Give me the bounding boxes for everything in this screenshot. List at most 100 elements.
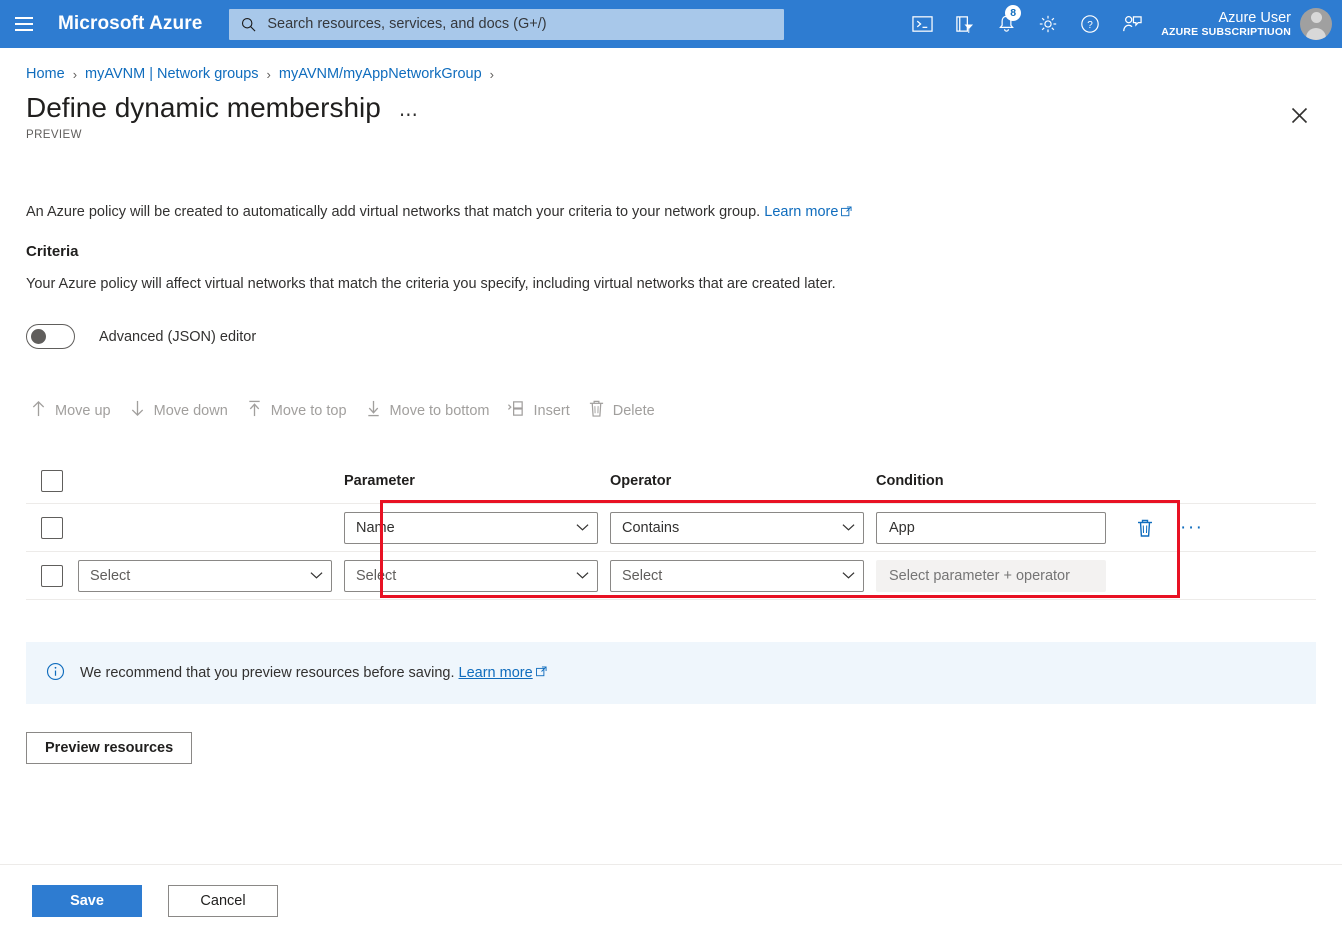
delete-label: Delete [613,403,655,419]
operator-value: Contains [622,520,842,536]
trash-icon [588,399,605,422]
delete-button[interactable]: Delete [584,393,669,428]
arrow-up-icon [30,399,47,422]
account-name: Azure User [1161,10,1291,27]
global-search[interactable] [229,9,784,40]
row-parameter-cell: Select [344,560,610,592]
account-text: Azure User AZURE SUBSCRIPTIUON [1161,10,1291,39]
row-checkbox[interactable] [41,517,63,539]
info-banner-text: We recommend that you preview resources … [80,665,455,681]
arrow-up-to-line-icon [246,399,263,422]
column-header-operator: Operator [610,473,876,489]
move-up-label: Move up [55,403,111,419]
move-down-button[interactable]: Move down [125,393,242,428]
move-up-button[interactable]: Move up [26,393,125,428]
row-logic-cell: Select [78,560,344,592]
logic-value: Select [90,568,310,584]
chevron-down-icon [842,523,855,532]
page-footer: Save Cancel [0,864,1342,936]
column-header-parameter: Parameter [344,473,610,489]
close-icon[interactable] [1284,100,1314,130]
global-header: Microsoft Azure 8 ? Azure User AZURE [0,0,1342,48]
select-all-cell [26,470,78,492]
feedback-smiley-icon[interactable] [1111,0,1153,48]
avatar[interactable] [1300,8,1332,40]
chevron-down-icon [842,571,855,580]
breadcrumb-separator: › [267,67,271,82]
row-parameter-cell: Name [344,512,610,544]
row-checkbox[interactable] [41,565,63,587]
breadcrumb-item-app-network-group[interactable]: myAVNM/myAppNetworkGroup [279,66,482,82]
info-circle-icon [46,662,65,685]
condition-input-wrap[interactable] [876,512,1106,544]
header-icon-group: 8 ? [901,0,1153,48]
search-input[interactable] [265,15,784,33]
parameter-value: Select [356,568,576,584]
advanced-json-editor-label: Advanced (JSON) editor [99,329,256,345]
grid-header-row: Parameter Operator Condition [26,458,1316,504]
condition-input[interactable] [887,519,1095,537]
insert-label: Insert [533,403,569,419]
page-title: Define dynamic membership [26,92,381,124]
help-question-icon[interactable]: ? [1069,0,1111,48]
row-more-menu-icon[interactable]: ··· [1180,518,1203,537]
cloud-shell-icon[interactable] [901,0,943,48]
table-row: Name Contains ··· [26,504,1316,552]
criteria-grid: Parameter Operator Condition Name Contai… [26,458,1316,600]
external-link-icon [536,665,547,681]
main-content: An Azure policy will be created to autom… [26,204,1316,764]
arrow-down-icon [129,399,146,422]
operator-dropdown[interactable]: Contains [610,512,864,544]
cancel-button[interactable]: Cancel [168,885,278,917]
save-button[interactable]: Save [32,885,142,917]
row-condition-cell [876,560,1118,592]
operator-dropdown[interactable]: Select [610,560,864,592]
directory-filter-icon[interactable] [943,0,985,48]
page-header: Define dynamic membership ⋯ [26,92,1342,127]
external-link-icon [841,205,852,221]
select-all-checkbox[interactable] [41,470,63,492]
row-operator-cell: Select [610,560,876,592]
account-menu[interactable]: Azure User AZURE SUBSCRIPTIUON [1161,8,1332,40]
insert-button[interactable]: Insert [503,393,583,428]
chevron-down-icon [310,571,323,580]
condition-input-wrap-disabled [876,560,1106,592]
settings-gear-icon[interactable] [1027,0,1069,48]
condition-input-disabled [887,567,1095,585]
chevron-down-icon [576,523,589,532]
info-banner: We recommend that you preview resources … [26,642,1316,704]
search-icon [241,17,256,32]
page-more-menu-icon[interactable]: ⋯ [399,104,419,127]
move-to-bottom-button[interactable]: Move to bottom [361,393,504,428]
notifications-bell-icon[interactable]: 8 [985,0,1027,48]
brand-logo-text[interactable]: Microsoft Azure [58,13,202,35]
parameter-value: Name [356,520,576,536]
row-condition-cell [876,512,1118,544]
chevron-down-icon [576,571,589,580]
row-select-cell [26,565,78,587]
move-to-top-button[interactable]: Move to top [242,393,361,428]
operator-value: Select [622,568,842,584]
menu-hamburger-icon[interactable] [0,0,48,48]
breadcrumb-separator: › [490,67,494,82]
intro-learn-more-link[interactable]: Learn more [764,204,838,220]
parameter-dropdown[interactable]: Select [344,560,598,592]
row-operator-cell: Contains [610,512,876,544]
preview-badge: PREVIEW [26,129,1342,141]
arrow-down-to-line-icon [365,399,382,422]
info-banner-learn-more-link[interactable]: Learn more [459,665,533,681]
column-header-condition: Condition [876,473,1118,489]
notification-count-badge: 8 [1005,5,1021,21]
parameter-dropdown[interactable]: Name [344,512,598,544]
row-select-cell [26,517,78,539]
breadcrumb: Home › myAVNM | Network groups › myAVNM/… [26,66,1342,82]
breadcrumb-item-home[interactable]: Home [26,66,65,82]
advanced-json-editor-toggle[interactable] [26,324,75,349]
breadcrumb-item-network-groups[interactable]: myAVNM | Network groups [85,66,259,82]
logic-dropdown[interactable]: Select [78,560,332,592]
preview-resources-button[interactable]: Preview resources [26,732,192,764]
breadcrumb-separator: › [73,67,77,82]
intro-text: An Azure policy will be created to autom… [26,204,760,220]
criteria-heading: Criteria [26,243,1316,260]
row-delete-icon[interactable] [1136,518,1154,538]
